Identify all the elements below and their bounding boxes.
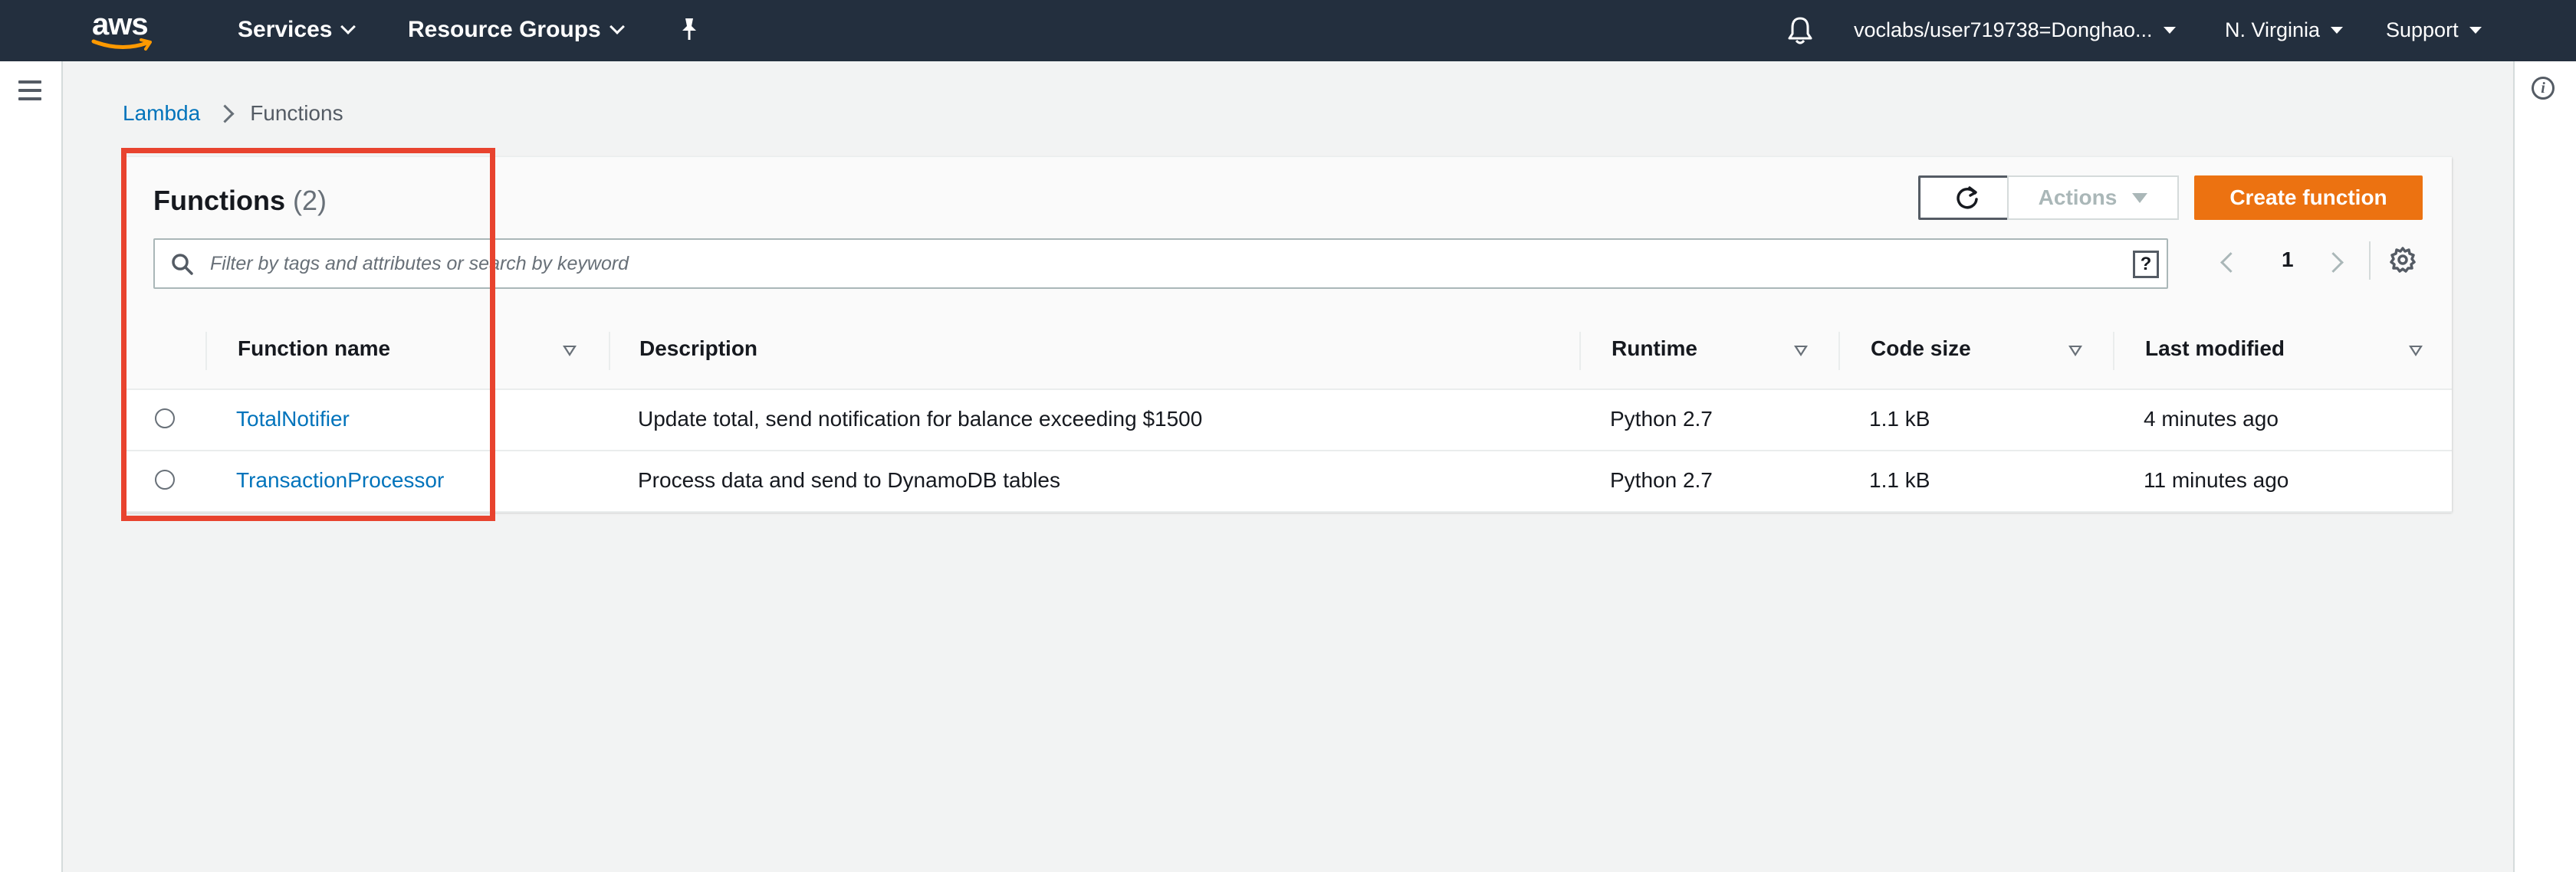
- column-header-runtime[interactable]: Runtime: [1612, 336, 1697, 361]
- column-header-code-size[interactable]: Code size: [1871, 336, 1971, 361]
- caret-down-icon: [2331, 27, 2344, 34]
- search-input[interactable]: [210, 251, 2096, 277]
- sort-icon[interactable]: [2068, 346, 2082, 356]
- resource-groups-menu[interactable]: Resource Groups: [408, 17, 625, 43]
- actions-label: Actions: [2038, 185, 2118, 209]
- column-header-function-name[interactable]: Function name: [238, 336, 390, 361]
- sort-icon[interactable]: [2409, 346, 2423, 356]
- refresh-icon: [1957, 186, 1978, 209]
- chevron-left-icon[interactable]: [2220, 252, 2241, 273]
- gear-icon[interactable]: [2389, 246, 2417, 274]
- chevron-right-icon[interactable]: [2323, 252, 2344, 273]
- services-menu[interactable]: Services: [238, 17, 356, 43]
- row-select-radio[interactable]: [155, 470, 175, 490]
- function-description: Update total, send notification for bala…: [638, 407, 1203, 431]
- row-select-radio[interactable]: [155, 408, 175, 428]
- function-name-link[interactable]: TotalNotifier: [236, 407, 350, 431]
- right-side-rail: [2513, 61, 2576, 872]
- aws-logo-text: aws: [92, 8, 149, 41]
- notifications-bell-icon[interactable]: [1786, 15, 1814, 50]
- function-code-size: 1.1 kB: [1869, 407, 1930, 431]
- chevron-down-icon: [609, 19, 625, 34]
- page-number[interactable]: 1: [2282, 248, 2294, 272]
- account-label: voclabs/user719738=Donghao...: [1854, 18, 2153, 41]
- account-menu[interactable]: voclabs/user719738=Donghao...: [1854, 18, 2176, 42]
- function-last-modified: 4 minutes ago: [2144, 407, 2279, 431]
- support-label: Support: [2386, 18, 2459, 41]
- functions-count: (2): [293, 185, 327, 216]
- panel-header: Functions (2) Actions Create function ?: [126, 157, 2452, 315]
- search-icon: [172, 254, 193, 275]
- top-navigation-bar: aws Services Resource Groups voclabs/use…: [0, 0, 2576, 61]
- table-header: Function name Description Runtime Code s…: [126, 313, 2452, 390]
- column-divider: [205, 332, 207, 370]
- table-row[interactable]: TransactionProcessor Process data and se…: [126, 451, 2452, 513]
- create-function-label: Create function: [2229, 185, 2387, 209]
- left-side-rail: [0, 61, 63, 872]
- support-menu[interactable]: Support: [2386, 18, 2482, 42]
- region-menu[interactable]: N. Virginia: [2225, 18, 2344, 42]
- function-code-size: 1.1 kB: [1869, 468, 1930, 492]
- actions-dropdown-button[interactable]: Actions: [2007, 175, 2179, 220]
- pin-icon[interactable]: [678, 17, 701, 45]
- table-row[interactable]: TotalNotifier Update total, send notific…: [126, 390, 2452, 451]
- breadcrumb-current: Functions: [250, 101, 343, 125]
- column-divider: [2113, 332, 2114, 370]
- chevron-right-icon: [215, 103, 235, 123]
- search-bar: ?: [153, 238, 2168, 289]
- breadcrumb: Lambda Functions: [123, 101, 343, 126]
- function-last-modified: 11 minutes ago: [2144, 468, 2289, 492]
- functions-panel: Functions (2) Actions Create function ?: [126, 156, 2452, 513]
- breadcrumb-lambda-link[interactable]: Lambda: [123, 101, 200, 126]
- region-label: N. Virginia: [2225, 18, 2321, 41]
- hamburger-menu-icon[interactable]: [18, 80, 41, 106]
- function-name-link[interactable]: TransactionProcessor: [236, 468, 444, 493]
- resource-groups-label: Resource Groups: [408, 17, 601, 42]
- column-divider: [1838, 332, 1840, 370]
- sort-icon[interactable]: [563, 346, 577, 356]
- sort-icon[interactable]: [1794, 346, 1808, 356]
- panel-title-text: Functions: [153, 185, 285, 216]
- function-runtime: Python 2.7: [1610, 468, 1713, 492]
- aws-smile-icon: [91, 38, 152, 51]
- info-icon[interactable]: i: [2532, 77, 2555, 100]
- caret-down-icon: [2469, 27, 2482, 34]
- chevron-down-icon: [340, 19, 356, 34]
- services-label: Services: [238, 17, 333, 42]
- function-runtime: Python 2.7: [1610, 407, 1713, 431]
- caret-down-icon: [2132, 192, 2148, 203]
- caret-down-icon: [2163, 27, 2176, 34]
- page-title: Functions (2): [153, 185, 327, 217]
- function-description: Process data and send to DynamoDB tables: [638, 468, 1060, 492]
- help-icon[interactable]: ?: [2133, 251, 2159, 278]
- pager-divider: [2369, 241, 2371, 280]
- column-header-last-modified[interactable]: Last modified: [2145, 336, 2285, 361]
- aws-logo[interactable]: aws: [90, 8, 159, 52]
- column-header-description[interactable]: Description: [639, 336, 757, 361]
- column-divider: [1579, 332, 1581, 370]
- column-divider: [609, 332, 610, 370]
- create-function-button[interactable]: Create function: [2194, 175, 2423, 220]
